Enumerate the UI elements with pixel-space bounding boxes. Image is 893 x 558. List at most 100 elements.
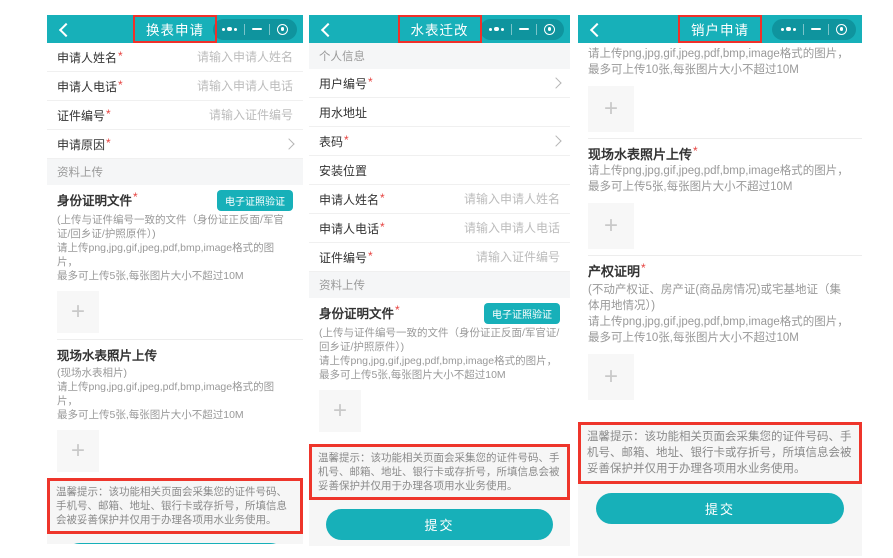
upload-title: 现场水表照片上传* [588, 144, 698, 163]
required-mark: * [368, 75, 373, 89]
field-label: 申请原因* [57, 136, 111, 153]
back-button[interactable] [57, 21, 73, 37]
screenshot-canvas: 换表申请 申请人姓名* 申请人电话* 证件编号* 申请原因* 资料上传 [0, 0, 893, 558]
field-label: 申请人姓名* [319, 191, 385, 208]
exit-target-icon[interactable] [537, 19, 562, 40]
chevron-right-icon [550, 77, 561, 88]
upload-note: (现场水表相片) [57, 366, 293, 380]
upload-hint: 最多可上传5张,每张图片大小不超过10M [588, 179, 852, 195]
back-button[interactable] [588, 21, 604, 37]
form-row-applicant-phone: 申请人电话* [309, 214, 570, 243]
form-row-id-number: 证件编号* [47, 101, 303, 130]
submit-button[interactable]: 提交 [326, 509, 553, 540]
annotation-box: 水表迁改 [398, 15, 482, 43]
more-dots-icon[interactable] [774, 19, 804, 40]
upload-hint: 最多可上传5张,每张图片大小不超过10M [319, 368, 560, 382]
applicant-name-input[interactable] [123, 50, 293, 64]
upload-section-meter-photo: 现场水表照片上传* 请上传png,jpg,gif,jpeg,pdf,bmp,im… [578, 139, 862, 255]
upload-hint: 请上传png,jpg,gif,jpeg,pdf,bmp,image格式的图片， [57, 380, 293, 408]
form-footer: 温馨提示：该功能相关页面会采集您的证件号码、手机号、邮箱、地址、银行卡或存折号，… [578, 422, 862, 556]
field-label: 申请人电话* [319, 220, 385, 237]
form-row-applicant-name: 申请人姓名* [309, 185, 570, 214]
page-title: 换表申请 [146, 23, 204, 38]
nav-bar: 换表申请 [47, 15, 303, 43]
upload-note: (上传与证件编号一致的文件（身份证正反面/军官证/回乡证/护照原件）) [319, 326, 560, 354]
privacy-tip annotation-box: 温馨提示：该功能相关页面会采集您的证件号码、手机号、邮箱、地址、银行卡或存折号，… [47, 478, 303, 534]
upload-section-scrolled: 请上传png,jpg,gif,jpeg,pdf,bmp,image格式的图片， … [578, 40, 862, 138]
form-row-applicant-name: 申请人姓名* [47, 43, 303, 72]
field-label: 用户编号* [319, 75, 373, 92]
exit-target-icon[interactable] [270, 19, 295, 40]
required-mark: * [106, 136, 111, 150]
page-title: 销户申请 [691, 23, 749, 38]
field-label: 申请人姓名* [57, 49, 123, 66]
form-row-applicant-phone: 申请人电话* [47, 72, 303, 101]
field-label: 申请人电话* [57, 78, 123, 95]
add-photo-button[interactable]: + [57, 291, 99, 333]
plus-icon: + [604, 214, 618, 238]
upload-title: 现场水表照片上传 [57, 345, 158, 364]
minimize-icon[interactable] [245, 19, 269, 40]
form-row-meter-code[interactable]: 表码* [309, 127, 570, 156]
submit-button[interactable]: 提交 [596, 493, 843, 524]
id-number-input[interactable] [111, 108, 293, 122]
form-row-id-number: 证件编号* [309, 243, 570, 272]
upload-hint: 最多可上传10张,每张图片大小不超过10M [588, 330, 852, 346]
e-license-verify-button[interactable]: 电子证照验证 [484, 303, 560, 324]
section-header-upload: 资料上传 [309, 272, 570, 298]
upload-section-identity: 身份证明文件* 电子证照验证 (上传与证件编号一致的文件（身份证正反面/军官证/… [47, 185, 303, 339]
mini-program-capsule [480, 19, 565, 40]
privacy-tip annotation-box: 温馨提示：该功能相关页面会采集您的证件号码、手机号、邮箱、地址、银行卡或存折号，… [309, 444, 570, 500]
upload-hint: 最多可上传5张,每张图片大小不超过10M [57, 269, 293, 283]
upload-title: 产权证明* [588, 261, 646, 280]
mini-program-capsule [213, 19, 298, 40]
field-label: 证件编号* [319, 249, 373, 266]
add-photo-button[interactable]: + [588, 354, 634, 400]
add-photo-button[interactable]: + [57, 430, 99, 472]
minimize-icon[interactable] [804, 19, 828, 40]
upload-hint: 请上传png,jpg,gif,jpeg,pdf,bmp,image格式的图片， [588, 46, 852, 62]
required-mark: * [395, 303, 400, 317]
upload-title: 身份证明文件* [319, 303, 400, 322]
applicant-phone-input[interactable] [123, 79, 293, 93]
add-photo-button[interactable]: + [588, 86, 634, 132]
field-label: 用水地址 [319, 104, 367, 121]
upload-section-identity: 身份证明文件* 电子证照验证 (上传与证件编号一致的文件（身份证正反面/军官证/… [309, 298, 570, 438]
submit-button[interactable]: 提交 [64, 543, 287, 544]
add-photo-button[interactable]: + [588, 203, 634, 249]
panel-account-cancellation: 销户申请 请上传png,jpg,gif,jpeg,pdf,bmp,image格式… [578, 15, 862, 556]
form-row-user-number[interactable]: 用户编号* [309, 69, 570, 98]
form-footer: 温馨提示：该功能相关页面会采集您的证件号码、手机号、邮箱、地址、银行卡或存折号，… [47, 478, 303, 544]
privacy-tip annotation-box: 温馨提示：该功能相关页面会采集您的证件号码、手机号、邮箱、地址、银行卡或存折号，… [578, 422, 862, 484]
id-number-input[interactable] [373, 250, 560, 264]
panel-meter-relocation: 水表迁改 个人信息 用户编号* 用水地址 表码* 安装位置 申请人姓名* [309, 15, 570, 546]
plus-icon: + [604, 97, 618, 121]
plus-icon: + [71, 439, 85, 463]
panel-meter-replacement: 换表申请 申请人姓名* 申请人电话* 证件编号* 申请原因* 资料上传 [47, 15, 303, 544]
page-title: 水表迁改 [411, 23, 469, 38]
upload-hint: 请上传png,jpg,gif,jpeg,pdf,bmp,image格式的图片， [588, 163, 852, 179]
chevron-right-icon [550, 135, 561, 146]
upload-title: 身份证明文件* [57, 190, 138, 209]
upload-hint: 最多可上传10张,每张图片大小不超过10M [588, 62, 852, 78]
form-row-apply-reason[interactable]: 申请原因* [47, 130, 303, 159]
field-label: 安装位置 [319, 162, 367, 179]
minimize-icon[interactable] [512, 19, 536, 40]
back-button[interactable] [319, 21, 335, 37]
plus-icon: + [71, 300, 85, 324]
required-mark: * [641, 261, 646, 275]
upload-note: (上传与证件编号一致的文件（身份证正反面/军官证/回乡证/护照原件）) [57, 213, 293, 241]
upload-hint: 请上传png,jpg,gif,jpeg,pdf,bmp,image格式的图片， [319, 354, 560, 368]
field-label: 表码* [319, 133, 349, 150]
e-license-verify-button[interactable]: 电子证照验证 [217, 190, 293, 211]
exit-target-icon[interactable] [829, 19, 854, 40]
applicant-phone-input[interactable] [385, 221, 560, 235]
form-row-install-location: 安装位置 [309, 156, 570, 185]
form-row-water-address: 用水地址 [309, 98, 570, 127]
add-photo-button[interactable]: + [319, 390, 361, 432]
applicant-name-input[interactable] [385, 192, 560, 206]
more-dots-icon[interactable] [215, 19, 245, 40]
upload-note: (不动产权证、房产证(商品房情况)或宅基地证（集体用地情况）) [588, 282, 852, 314]
more-dots-icon[interactable] [482, 19, 512, 40]
section-header-personal-info: 个人信息 [309, 43, 570, 69]
